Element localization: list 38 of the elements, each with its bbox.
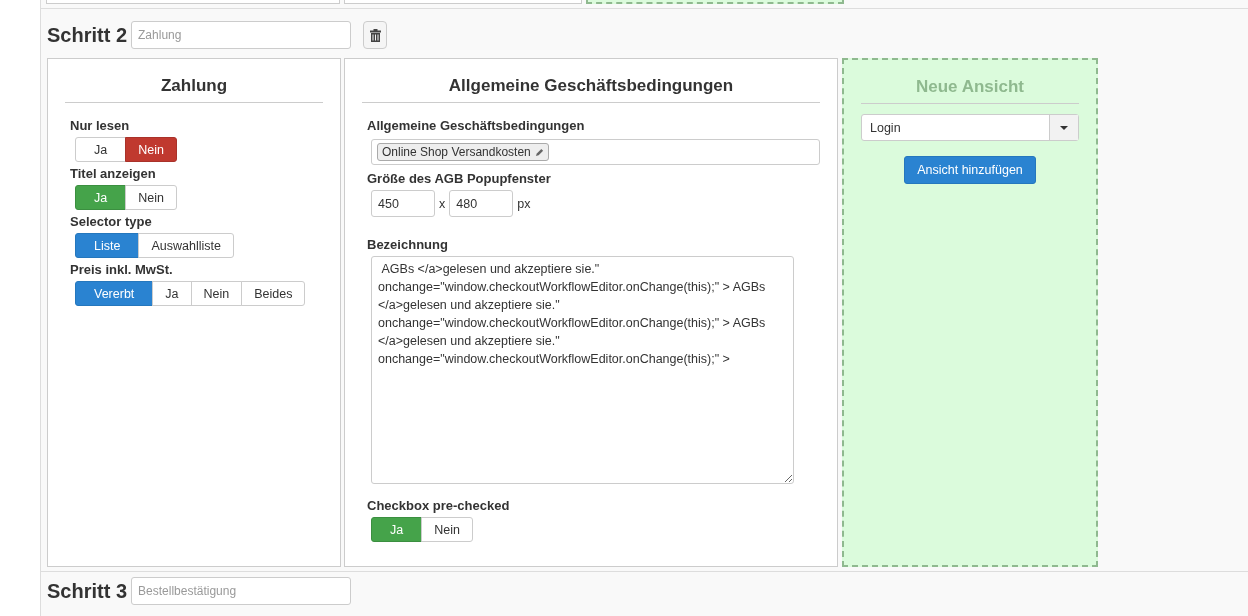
field-label: Preis inkl. MwSt.	[70, 262, 174, 277]
toggle-option[interactable]: Nein	[125, 185, 177, 210]
toggle-option[interactable]: Ja	[152, 281, 192, 306]
caption-textarea[interactable]: AGBs </a>gelesen und akzeptiere sie." onchange="window.checkoutWorkflowEditor.onChange(this);" > AGBs </a>gelesen und akzeptiere sie." onchange="window.checkoutWorkflowEditor.onChange(this);" > AGBs </a>gelesen und akzeptiere sie." onchange="window.checkoutWorkflowEditor.onChange(this);" >	[371, 256, 794, 484]
field-label: Checkbox pre-checked	[367, 498, 511, 513]
panel-title: Neue Ansicht	[861, 60, 1079, 104]
field-label: Größe des AGB Popupfenster	[367, 171, 552, 186]
field-label: Bezeichnung	[367, 237, 449, 252]
step-name-input[interactable]: Bestellbestätigung	[131, 577, 352, 605]
view-select[interactable]: Login	[861, 114, 1079, 141]
height-input[interactable]: 480	[449, 190, 514, 217]
toggle-option[interactable]: Nein	[421, 517, 473, 542]
panel-title: Allgemeine Geschäftsbedingungen	[362, 59, 820, 103]
tag-chip[interactable]: Online Shop Versandkosten	[377, 143, 549, 161]
unit-label: px	[517, 196, 531, 211]
toggle-option[interactable]: Nein	[190, 281, 243, 306]
step-name-input[interactable]: Zahlung	[131, 21, 352, 49]
step-title: Schritt 2	[47, 23, 128, 47]
toggle-option[interactable]: Nein	[125, 137, 177, 162]
toggle-option[interactable]: Ja	[75, 137, 127, 162]
field-label: Titel anzeigen	[70, 166, 157, 181]
caret-icon	[1060, 125, 1068, 130]
toggle-option[interactable]: Beides	[241, 281, 306, 306]
pencil-icon	[534, 147, 544, 157]
toggle-option[interactable]: Liste	[75, 233, 140, 258]
add-view-button[interactable]: Ansicht hinzufügen	[904, 156, 1036, 184]
panel-title: Zahlung	[65, 59, 323, 103]
trash-icon	[369, 28, 381, 42]
tag-field[interactable]: Online Shop Versandkosten	[371, 139, 820, 165]
width-input[interactable]: 450	[371, 190, 435, 217]
field-label: Selector type	[70, 214, 153, 229]
toggle-option[interactable]: Vererbt	[75, 281, 154, 306]
toggle-option[interactable]: Auswahlliste	[138, 233, 234, 258]
step-title: Schritt 3	[47, 579, 128, 603]
delete-button[interactable]	[363, 21, 388, 49]
times-sign: x	[439, 196, 446, 211]
field-label: Allgemeine Geschäftsbedingungen	[367, 118, 586, 133]
field-label: Nur lesen	[70, 118, 131, 133]
